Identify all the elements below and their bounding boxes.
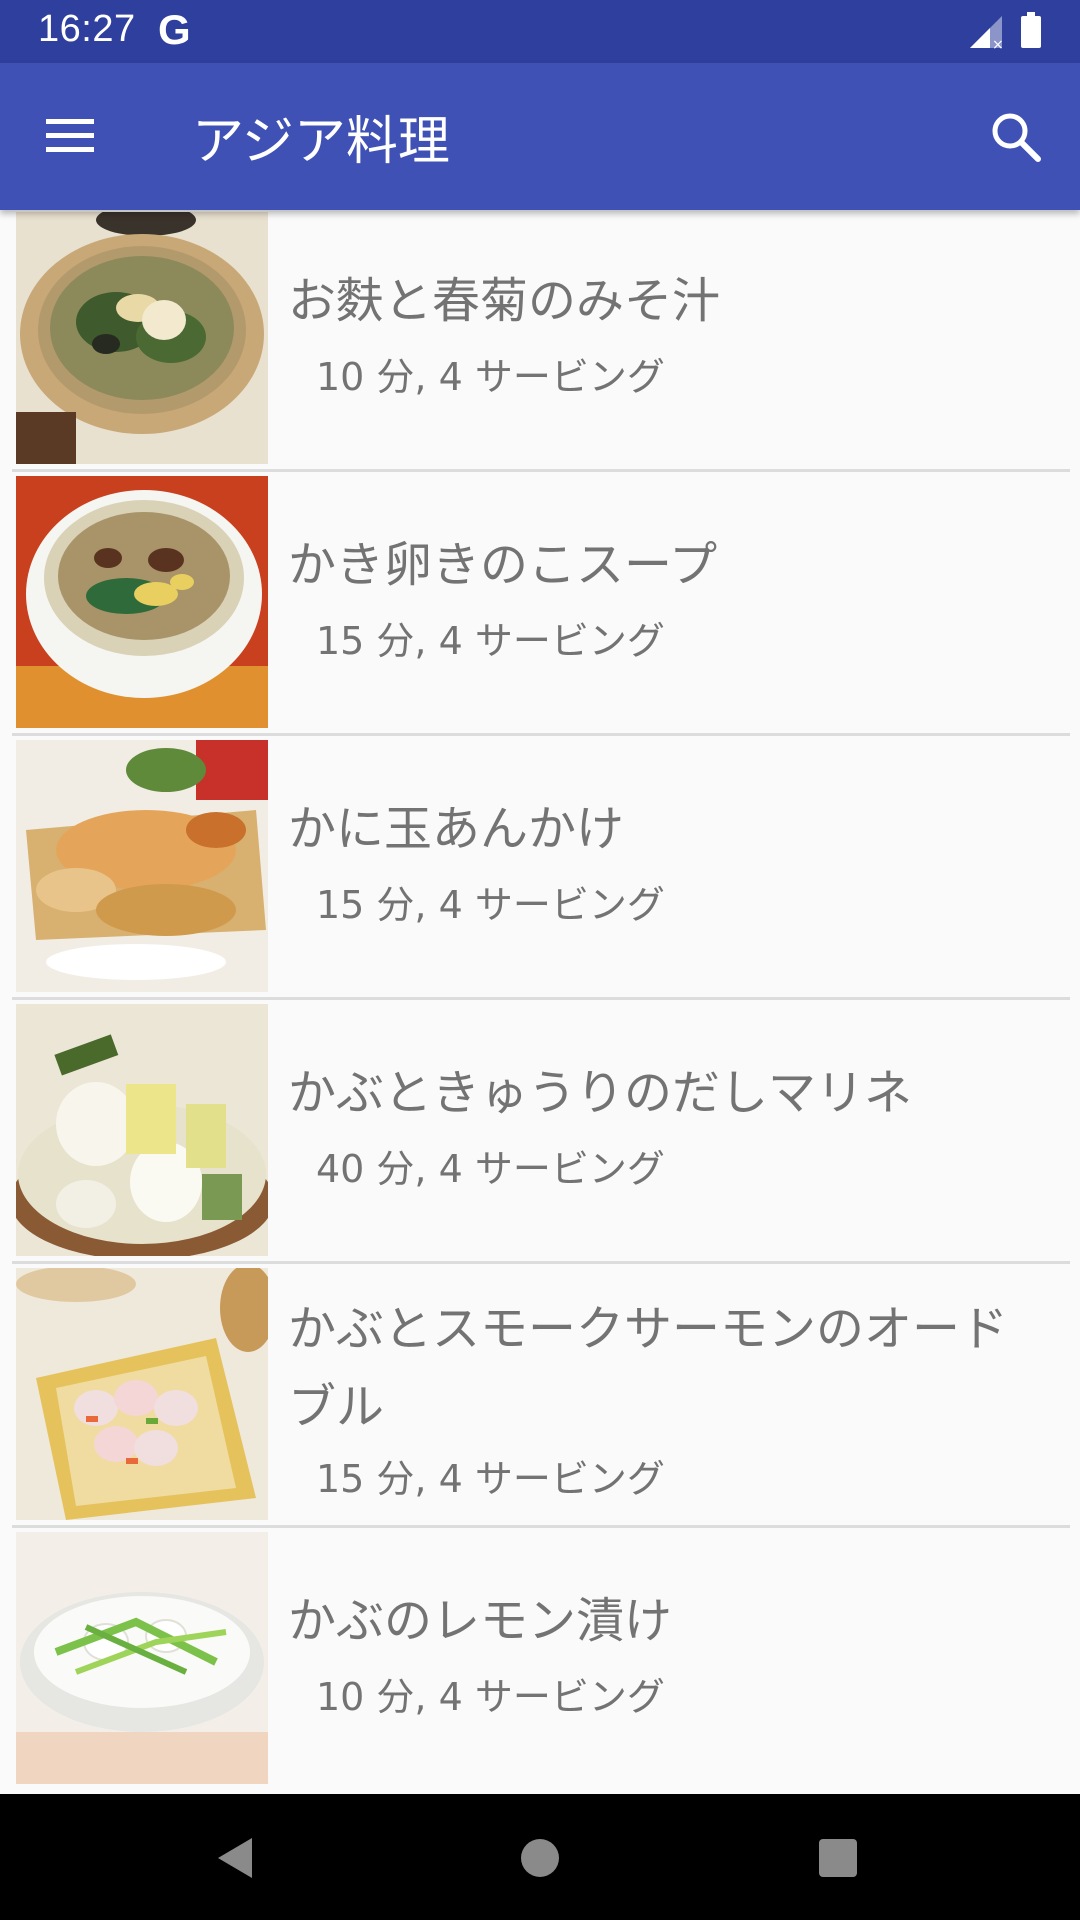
navigation-bar (0, 1794, 1080, 1920)
divider (12, 469, 1070, 472)
divider (12, 1525, 1070, 1528)
home-icon[interactable] (516, 1834, 564, 1882)
recipe-title: かぶときゅうりのだしマリネ (288, 1065, 913, 1121)
recipe-list-item[interactable]: かぶのレモン漬け 10 分, 4 サービング (0, 1530, 1080, 1794)
divider (12, 733, 1070, 736)
divider (12, 1261, 1070, 1264)
recipe-list-item[interactable]: かぶときゅうりのだしマリネ 40 分, 4 サービング (0, 1002, 1080, 1266)
recipe-meta: 15 分, 4 サービング (316, 619, 665, 663)
screen: 16:27 G × アジア料理 お麩と春菊のみそ汁 10 分, 4 サービング … (0, 0, 1080, 1920)
recipe-meta: 40 分, 4 サービング (316, 1147, 665, 1191)
app-title: アジア料理 (192, 112, 450, 172)
search-icon[interactable] (988, 109, 1044, 165)
recipe-meta: 10 分, 4 サービング (316, 355, 665, 399)
recipe-meta: 15 分, 4 サービング (316, 1457, 665, 1501)
recipe-list-item[interactable]: かに玉あんかけ 15 分, 4 サービング (0, 738, 1080, 1002)
recipe-thumbnail (16, 1532, 268, 1784)
recents-icon[interactable] (816, 1836, 860, 1880)
recipe-list-item[interactable]: かぶとスモークサーモンのオードブル 15 分, 4 サービング (0, 1266, 1080, 1530)
recipe-list-item[interactable]: お麩と春菊のみそ汁 10 分, 4 サービング (0, 210, 1080, 474)
recipe-list-item[interactable]: かき卵きのこスープ 15 分, 4 サービング (0, 474, 1080, 738)
menu-icon[interactable] (42, 111, 98, 159)
app-bar: アジア料理 (0, 63, 1080, 210)
recipe-title: かぶのレモン漬け (288, 1593, 673, 1649)
recipe-list: お麩と春菊のみそ汁 10 分, 4 サービング かき卵きのこスープ 15 分, … (0, 210, 1080, 1794)
recipe-title: お麩と春菊のみそ汁 (288, 273, 721, 329)
google-icon: G (158, 6, 191, 53)
recipe-thumbnail (16, 212, 268, 464)
status-bar: 16:27 G × (0, 0, 1080, 63)
battery-icon (1021, 12, 1041, 48)
recipe-thumbnail (16, 476, 268, 728)
recipe-title: かき卵きのこスープ (288, 537, 718, 593)
signal-icon: × (970, 16, 1004, 50)
recipe-meta: 15 分, 4 サービング (316, 883, 665, 927)
recipe-meta: 10 分, 4 サービング (316, 1675, 665, 1719)
divider (12, 997, 1070, 1000)
recipe-title: かに玉あんかけ (288, 801, 625, 857)
recipe-thumbnail (16, 1268, 268, 1520)
recipe-thumbnail (16, 740, 268, 992)
status-time: 16:27 (38, 8, 136, 50)
recipe-title: かぶとスモークサーモンのオードブル (288, 1301, 1009, 1435)
svg-text:×: × (992, 37, 1004, 50)
recipe-thumbnail (16, 1004, 268, 1256)
back-icon[interactable] (212, 1834, 260, 1882)
